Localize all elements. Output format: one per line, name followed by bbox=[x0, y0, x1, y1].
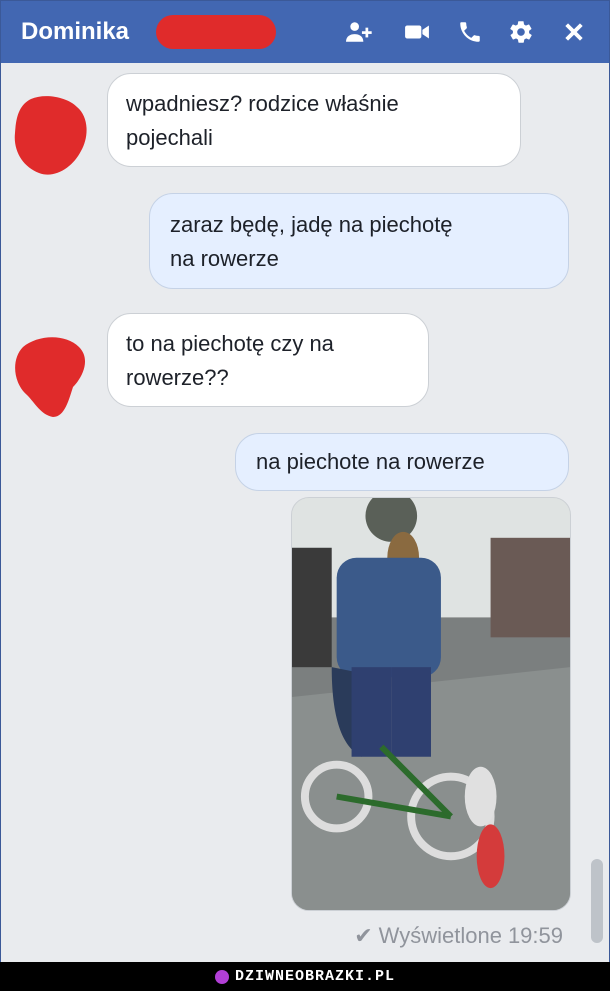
message-line: na piechote na rowerze bbox=[256, 449, 485, 474]
add-person-icon[interactable] bbox=[344, 17, 374, 47]
message-bubble-outgoing[interactable]: na piechote na rowerze bbox=[235, 433, 569, 491]
seen-status: ✔ Wyświetlone 19:59 bbox=[354, 923, 563, 949]
message-line: zaraz będę, jadę na piechotę bbox=[170, 212, 453, 237]
seen-label: Wyświetlone bbox=[378, 923, 502, 948]
scrollbar-thumb[interactable] bbox=[591, 859, 603, 943]
message-line: to na piechotę czy na bbox=[126, 331, 334, 356]
brand-text: DZIWNEOBRAZKI.PL bbox=[234, 968, 396, 985]
message-line: pojechali bbox=[126, 125, 213, 150]
video-call-icon[interactable] bbox=[402, 17, 432, 47]
phone-icon[interactable] bbox=[455, 17, 485, 47]
gear-icon[interactable] bbox=[506, 17, 536, 47]
checkmark-icon: ✔ bbox=[354, 923, 373, 948]
message-line: wpadniesz? rodzice właśnie bbox=[126, 91, 399, 116]
chat-header: Dominika bbox=[1, 1, 609, 63]
brand-logo-icon bbox=[214, 969, 229, 984]
message-bubble-incoming[interactable]: to na piechotę czy na rowerze?? bbox=[107, 313, 429, 407]
message-bubble-outgoing[interactable]: zaraz będę, jadę na piechotę na rowerze bbox=[149, 193, 569, 289]
close-icon[interactable] bbox=[559, 17, 589, 47]
attached-photo[interactable] bbox=[291, 497, 571, 911]
contact-avatar-redacted[interactable] bbox=[9, 333, 87, 417]
name-redaction-mark bbox=[156, 15, 276, 49]
seen-time: 19:59 bbox=[507, 923, 563, 948]
contact-avatar-redacted[interactable] bbox=[11, 93, 89, 177]
chat-window: Dominika wpadniesz? rodzice właśnie poje… bbox=[0, 0, 610, 963]
contact-name[interactable]: Dominika bbox=[21, 18, 129, 46]
message-bubble-incoming[interactable]: wpadniesz? rodzice właśnie pojechali bbox=[107, 73, 521, 167]
watermark-footer: DZIWNEOBRAZKI.PL bbox=[0, 962, 610, 991]
message-list[interactable]: wpadniesz? rodzice właśnie pojechali zar… bbox=[1, 63, 609, 963]
message-line: rowerze?? bbox=[126, 365, 229, 390]
message-line: na rowerze bbox=[170, 246, 279, 271]
